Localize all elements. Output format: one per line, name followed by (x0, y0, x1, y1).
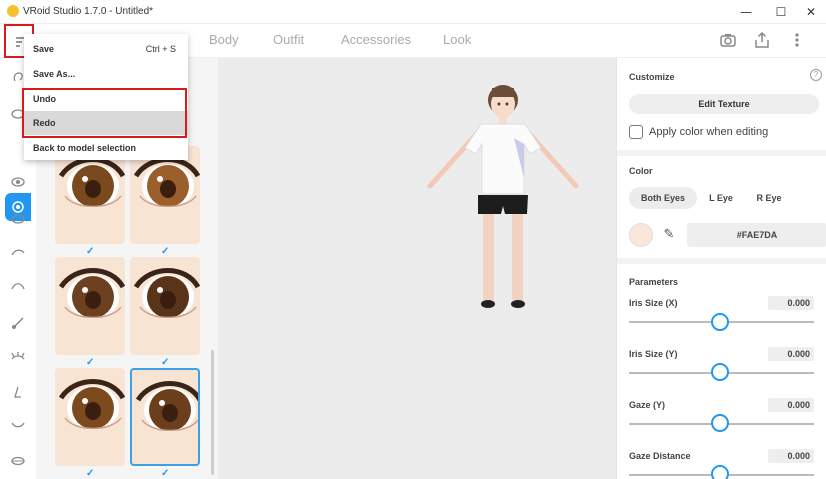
eye-preset-image (133, 268, 200, 319)
iris-icon[interactable] (11, 200, 25, 214)
selected-check-icon: ✓ (86, 246, 95, 257)
vroid-logo-icon (7, 5, 19, 17)
param-value-iris-size-x[interactable]: 0.000 (768, 296, 814, 310)
eye-preset-card[interactable] (130, 146, 200, 244)
menu-item-label: Save (33, 44, 55, 54)
slider-thumb-iris-size-y[interactable] (711, 363, 729, 381)
help-icon[interactable]: ? (810, 69, 822, 81)
selected-check-icon: ✓ (161, 246, 170, 257)
maximize-button[interactable]: ☐ (770, 3, 792, 21)
eyebrow-icon[interactable] (11, 248, 25, 256)
section-divider (617, 150, 826, 156)
param-value-iris-size-y[interactable]: 0.000 (768, 347, 814, 361)
selected-check-icon: ✓ (161, 468, 170, 479)
menu-item-shortcut: Ctrl + S (145, 44, 176, 54)
lips-icon[interactable] (11, 456, 25, 466)
eye-preset-card[interactable] (55, 257, 125, 355)
eye-shape-icon[interactable] (11, 214, 25, 224)
title-bar: VRoid Studio 1.7.0 - Untitled* — ☐ ✕ (0, 0, 826, 24)
mouth-icon[interactable] (11, 421, 25, 429)
eye-preset-image (135, 381, 198, 432)
window-title: VRoid Studio 1.7.0 - Untitled* (23, 6, 154, 17)
param-value-gaze-distance[interactable]: 0.000 (768, 449, 814, 463)
tab-look[interactable]: Look (443, 32, 471, 47)
eye-preset-image (133, 157, 200, 208)
menu-icon-bar (16, 41, 22, 43)
brush-icon[interactable] (11, 316, 25, 330)
selected-check-icon: ✓ (86, 357, 95, 368)
selected-check-icon: ✓ (86, 468, 95, 479)
menu-item-label: Back to model selection (33, 143, 137, 153)
eyeliner-icon[interactable] (11, 281, 25, 291)
app-window: VRoid Studio 1.7.0 - Untitled* — ☐ ✕ Bod… (0, 0, 826, 479)
apply-color-label: Apply color when editing (649, 126, 769, 138)
camera-icon[interactable] (720, 33, 736, 47)
tab-outfit[interactable]: Outfit (273, 32, 304, 47)
menu-item-label: Save As... (33, 69, 76, 79)
tab-left-eye[interactable]: L Eye (703, 187, 739, 209)
eye-preset-card[interactable] (130, 368, 200, 466)
menu-icon-bar (16, 45, 20, 47)
hex-color-field[interactable]: #FAE7DA (687, 223, 826, 247)
eye-preset-card[interactable] (130, 257, 200, 355)
ear-icon[interactable] (11, 71, 25, 85)
param-label-iris-size-y: Iris Size (Y) (629, 349, 678, 359)
highlight-box (22, 88, 187, 138)
menu-item-back-to-model-selection[interactable]: Back to model selection (24, 136, 188, 160)
menu-icon (16, 37, 24, 39)
param-label-gaze-distance: Gaze Distance (629, 451, 691, 461)
param-label-gaze-y: Gaze (Y) (629, 400, 666, 410)
preset-scrollbar[interactable] (211, 350, 214, 475)
edit-texture-button[interactable]: Edit Texture (629, 94, 819, 114)
section-divider (617, 258, 826, 264)
customize-title: Customize (629, 72, 675, 82)
eye-outline-icon[interactable] (11, 176, 25, 188)
eye-preset-card[interactable] (55, 368, 125, 466)
selected-check-icon: ✓ (161, 357, 170, 368)
close-button[interactable]: ✕ (800, 3, 822, 21)
eyelash-icon[interactable] (11, 351, 25, 363)
eye-preset-image (58, 268, 125, 319)
share-icon[interactable] (755, 32, 769, 48)
tab-right-eye[interactable]: R Eye (751, 187, 787, 209)
slider-thumb-iris-size-x[interactable] (711, 313, 729, 331)
avatar-model (427, 85, 579, 308)
menu-item-save-as[interactable]: Save As... (24, 62, 188, 86)
slider-thumb-gaze-distance[interactable] (711, 465, 729, 479)
tab-both-eyes[interactable]: Both Eyes (629, 187, 697, 209)
slider-thumb-gaze-y[interactable] (711, 414, 729, 432)
model-viewport[interactable] (218, 58, 616, 479)
more-icon[interactable] (794, 33, 800, 49)
color-title: Color (629, 166, 653, 176)
color-swatch[interactable] (629, 223, 653, 247)
nose-icon[interactable] (12, 386, 24, 400)
param-value-gaze-y[interactable]: 0.000 (768, 398, 814, 412)
eye-preset-card[interactable] (55, 146, 125, 244)
parameters-title: Parameters (629, 277, 679, 287)
apply-color-checkbox[interactable] (629, 125, 643, 139)
menu-item-save[interactable]: Save Ctrl + S (24, 37, 188, 61)
eye-preset-image (58, 379, 125, 430)
minimize-button[interactable]: — (735, 3, 757, 21)
eyedropper-icon[interactable]: ✎ (658, 223, 680, 247)
param-label-iris-size-x: Iris Size (X) (629, 298, 678, 308)
tab-accessories[interactable]: Accessories (341, 32, 411, 47)
tab-body[interactable]: Body (209, 32, 239, 47)
eye-preset-image (58, 157, 125, 208)
customize-panel: Customize ? Edit Texture Apply color whe… (616, 58, 826, 479)
